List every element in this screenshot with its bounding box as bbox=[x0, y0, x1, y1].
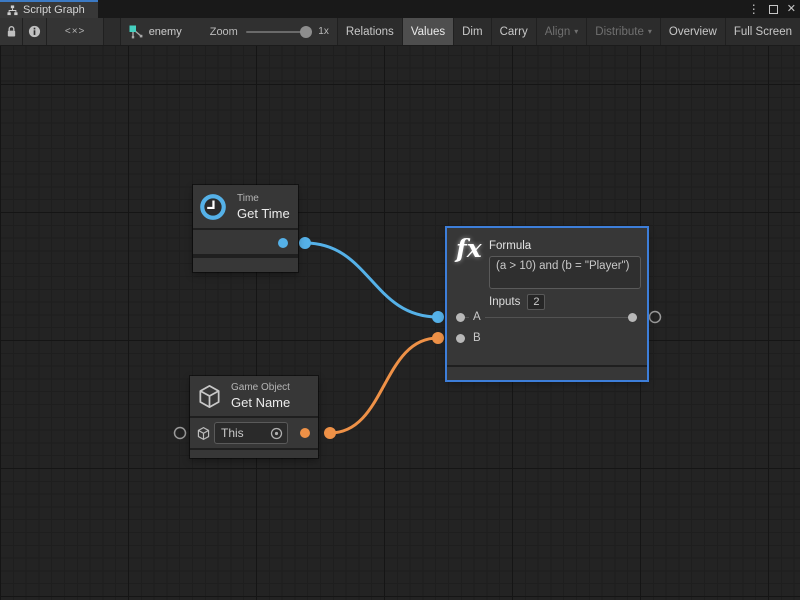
window-controls: ⋮ ✕ bbox=[748, 0, 796, 18]
node-category-label: Game Object bbox=[231, 382, 290, 393]
port-b-label: B bbox=[469, 332, 485, 344]
chevron-down-icon: ▾ bbox=[648, 27, 652, 36]
dim-button[interactable]: Dim bbox=[454, 18, 491, 45]
node-get-time-body bbox=[193, 230, 298, 254]
zoom-label: Zoom bbox=[210, 26, 238, 38]
object-picker-icon[interactable] bbox=[270, 427, 283, 440]
script-graph-window: Script Graph ⋮ ✕ <×> bbox=[0, 0, 800, 600]
zoom-slider[interactable] bbox=[246, 31, 310, 33]
toolbar: <×> enemy Zoom 1x Relations bbox=[0, 18, 800, 46]
tab-title: Script Graph bbox=[23, 4, 85, 16]
gettime-output-port[interactable] bbox=[278, 238, 288, 248]
inputs-count-input[interactable]: 2 bbox=[527, 294, 545, 310]
formula-output-port-outer[interactable] bbox=[650, 312, 661, 323]
graph-canvas[interactable]: Time Get Time fx Formula (a > 10) and (b… bbox=[0, 46, 800, 600]
lock-icon bbox=[6, 25, 17, 38]
full-screen-button[interactable]: Full Screen bbox=[726, 18, 800, 45]
node-formula[interactable]: fx Formula (a > 10) and (b = "Player") I… bbox=[447, 228, 647, 380]
lock-button[interactable] bbox=[0, 18, 23, 45]
node-formula-footer bbox=[447, 367, 647, 380]
node-get-name-footer bbox=[190, 450, 318, 458]
code-icon: <×> bbox=[65, 26, 86, 37]
cube-icon bbox=[196, 383, 223, 410]
window-close-icon[interactable]: ✕ bbox=[787, 4, 796, 15]
zoom-slider-handle[interactable] bbox=[300, 26, 312, 38]
formula-expression-input[interactable]: (a > 10) and (b = "Player") bbox=[489, 256, 641, 289]
node-title-label: Get Name bbox=[231, 395, 290, 410]
target-object-field[interactable]: This bbox=[214, 422, 288, 444]
node-get-time[interactable]: Time Get Time bbox=[193, 185, 298, 272]
clock-icon bbox=[199, 193, 227, 221]
getname-input-port-outer[interactable] bbox=[175, 428, 186, 439]
tab-script-graph[interactable]: Script Graph bbox=[0, 0, 98, 18]
fx-icon: fx bbox=[456, 234, 488, 263]
window-maximize-icon[interactable] bbox=[769, 5, 778, 14]
formula-output-port[interactable] bbox=[628, 313, 637, 322]
formula-input-a-port[interactable] bbox=[456, 313, 465, 322]
target-value: This bbox=[221, 426, 270, 440]
node-title-label: Formula bbox=[489, 240, 641, 252]
node-category-label: Time bbox=[237, 193, 290, 204]
formula-port-row-a: A bbox=[447, 309, 647, 325]
graph-hierarchy-icon bbox=[7, 5, 18, 16]
node-get-time-header[interactable]: Time Get Time bbox=[193, 185, 298, 228]
info-button[interactable] bbox=[23, 18, 46, 45]
node-title-label: Get Time bbox=[237, 206, 290, 221]
connections-layer bbox=[0, 46, 800, 600]
inputs-label: Inputs bbox=[489, 296, 520, 308]
values-button[interactable]: Values bbox=[403, 18, 454, 45]
graph-reference-section: enemy Zoom 1x bbox=[121, 18, 338, 45]
zoom-value: 1x bbox=[318, 26, 329, 37]
align-dropdown[interactable]: Align ▾ bbox=[537, 18, 588, 45]
node-get-time-footer bbox=[193, 258, 298, 272]
toolbar-toggles: Relations Values Dim Carry Align ▾ Distr… bbox=[338, 18, 800, 45]
window-menu-icon[interactable]: ⋮ bbox=[748, 3, 760, 15]
connection-gettime-to-formula-a[interactable] bbox=[305, 243, 438, 317]
edit-code-button[interactable]: <×> bbox=[47, 18, 105, 45]
graph-asset-icon[interactable] bbox=[129, 25, 143, 39]
zoom-control: Zoom 1x bbox=[210, 26, 329, 38]
formula-port-row-b: B bbox=[447, 330, 647, 346]
chevron-down-icon: ▾ bbox=[574, 27, 578, 36]
cube-icon-small bbox=[196, 426, 211, 441]
node-formula-main: fx Formula (a > 10) and (b = "Player") I… bbox=[447, 228, 647, 365]
connection-getname-to-formula-b[interactable] bbox=[330, 338, 438, 433]
port-a-label: A bbox=[469, 311, 485, 323]
node-get-name[interactable]: Game Object Get Name This bbox=[190, 376, 318, 458]
overview-button[interactable]: Overview bbox=[661, 18, 726, 45]
relations-button[interactable]: Relations bbox=[338, 18, 403, 45]
carry-button[interactable]: Carry bbox=[492, 18, 537, 45]
getname-output-port[interactable] bbox=[300, 428, 310, 438]
distribute-dropdown[interactable]: Distribute ▾ bbox=[587, 18, 661, 45]
title-bar: Script Graph ⋮ ✕ bbox=[0, 0, 800, 18]
node-get-name-body: This bbox=[190, 418, 318, 448]
graph-name-label[interactable]: enemy bbox=[149, 26, 182, 38]
node-get-name-header[interactable]: Game Object Get Name bbox=[190, 376, 318, 416]
info-icon bbox=[28, 25, 41, 38]
port-row-divider bbox=[464, 317, 636, 318]
toolbar-spacer bbox=[104, 18, 120, 45]
formula-input-b-port[interactable] bbox=[456, 334, 465, 343]
